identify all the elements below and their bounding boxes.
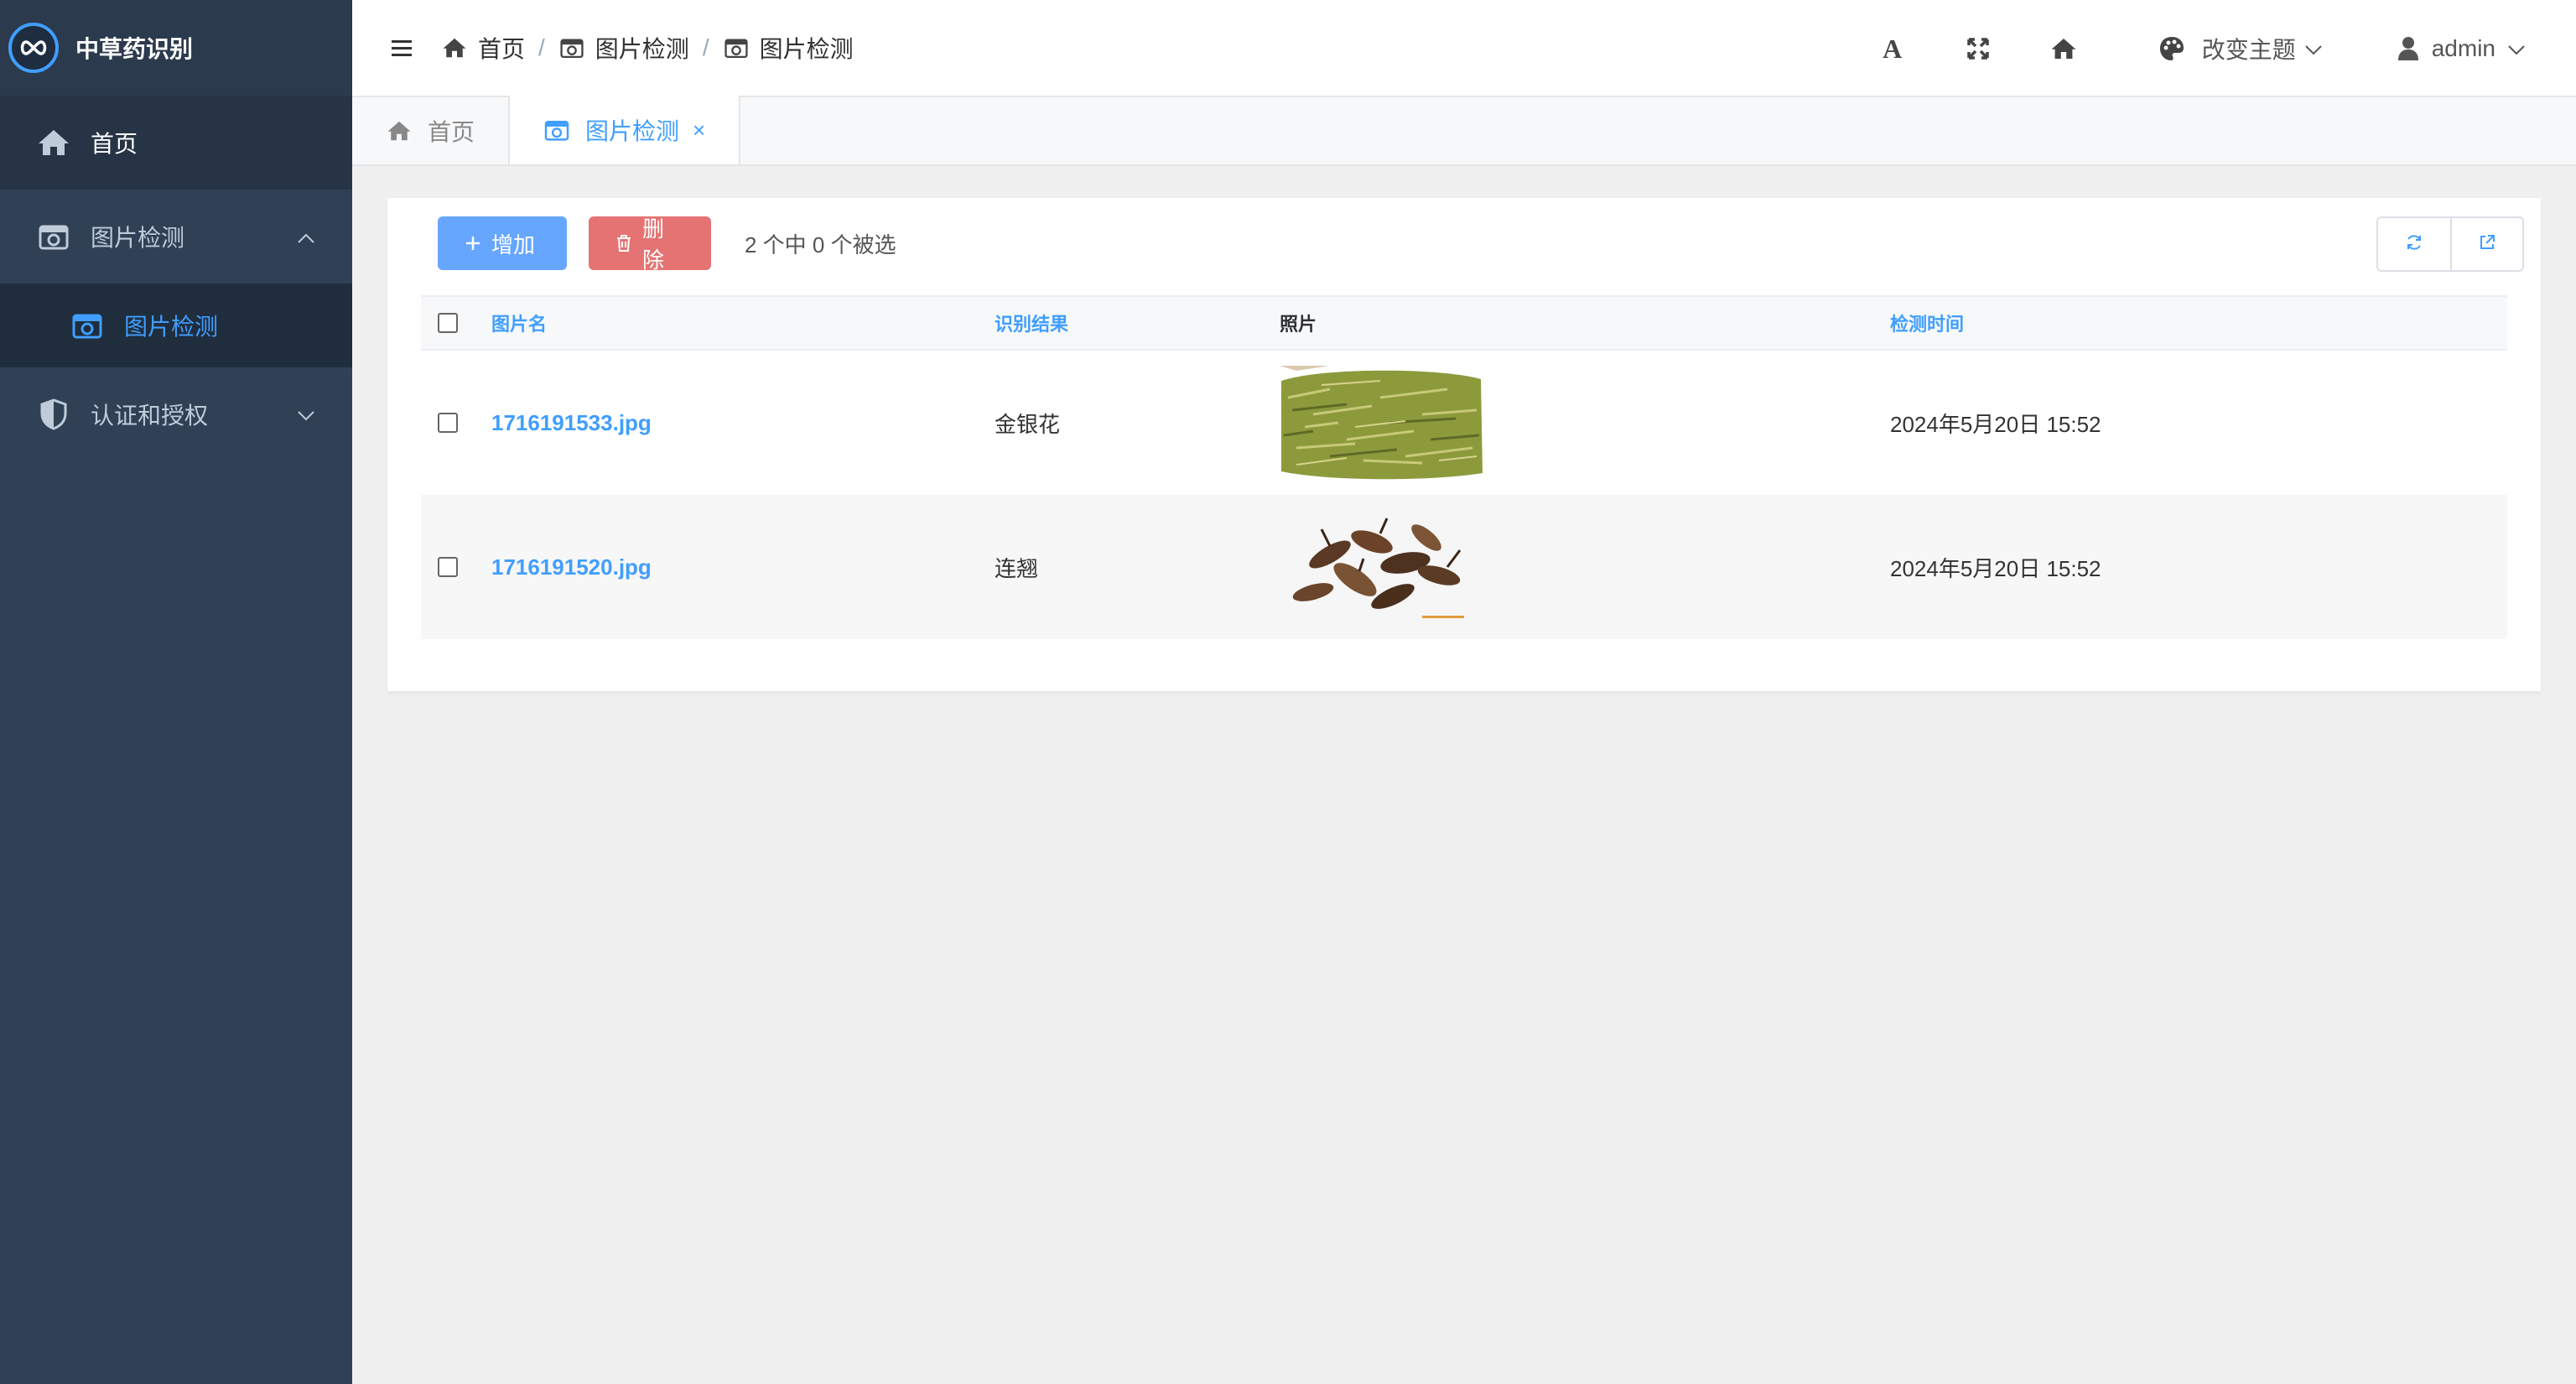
table-header: 图片名 识别结果 照片 检测时间: [421, 295, 2507, 351]
user-icon: [2393, 34, 2423, 64]
logo-icon: [8, 23, 59, 73]
trash-icon: [615, 234, 632, 252]
tag-image-detect[interactable]: 图片检测 ×: [510, 96, 741, 164]
select-all-checkbox[interactable]: [438, 313, 458, 333]
camera-icon: [70, 309, 104, 342]
export-button[interactable]: [2450, 218, 2522, 270]
breadcrumb-separator: /: [538, 34, 545, 60]
photo-cell: [1280, 508, 1890, 626]
navbar: 首页 / 图片检测 / 图片检测 A 改变主题 admin: [352, 0, 2576, 97]
column-header-time[interactable]: 检测时间: [1890, 310, 2507, 336]
camera-icon: [723, 34, 750, 61]
breadcrumb-label: 图片检测: [759, 36, 854, 62]
select-all-cell: [421, 313, 491, 333]
selection-info: 2 个中 0 个被选: [745, 232, 896, 258]
hamburger-icon[interactable]: [387, 34, 416, 62]
column-header-result[interactable]: 识别结果: [995, 310, 1280, 336]
row-check-cell: [421, 557, 491, 577]
forsythia-photo[interactable]: [1280, 508, 1483, 626]
sidebar-item-label: 图片检测: [124, 314, 219, 340]
home-icon[interactable]: [2047, 32, 2080, 65]
font-size-icon[interactable]: A: [1876, 32, 1909, 65]
add-button-label: 增加: [491, 232, 536, 258]
content-card: 增加 删除 2 个中 0 个被选 图片名 识别结果 照片 检测时间 171619…: [387, 198, 2541, 691]
row-checkbox[interactable]: [438, 413, 458, 433]
image-name-link[interactable]: 1716191520.jpg: [491, 554, 995, 580]
tag-home[interactable]: 首页: [352, 97, 511, 164]
theme-label: 改变主题: [2201, 37, 2296, 63]
camera-icon: [558, 34, 585, 61]
row-checkbox[interactable]: [438, 557, 458, 577]
column-header-name[interactable]: 图片名: [491, 310, 995, 336]
time-cell: 2024年5月20日 15:52: [1890, 555, 2101, 581]
chevron-down-icon: [297, 401, 315, 428]
camera-icon: [543, 117, 570, 143]
table-row: 1716191520.jpg 连翘 2024年5月20日 15:52: [421, 495, 2507, 639]
delete-button-label: 删除: [642, 216, 665, 273]
user-label: admin: [2431, 35, 2496, 61]
breadcrumb-label: 图片检测: [595, 36, 689, 62]
row-check-cell: [421, 413, 491, 433]
home-icon: [441, 34, 468, 61]
results-table: 图片名 识别结果 照片 检测时间 1716191533.jpg 金银花 2024…: [421, 295, 2507, 639]
chevron-up-icon: [297, 223, 315, 250]
breadcrumb-item-image-detect[interactable]: 图片检测: [558, 31, 689, 65]
honeysuckle-photo[interactable]: [1280, 364, 1483, 481]
sidebar: 中草药识别 首页 图片检测 图片检测 认证和授权: [0, 0, 352, 1384]
user-dropdown[interactable]: admin: [2393, 34, 2526, 64]
sidebar-header[interactable]: 中草药识别: [0, 0, 352, 96]
sidebar-item-auth[interactable]: 认证和授权: [0, 367, 352, 461]
add-button[interactable]: 增加: [438, 216, 567, 270]
camera-icon: [37, 220, 70, 253]
refresh-icon: [2405, 233, 2423, 256]
photo-cell: [1280, 364, 1890, 481]
fullscreen-icon[interactable]: [1961, 32, 1995, 65]
chevron-down-icon: [2304, 35, 2323, 62]
shield-icon: [37, 398, 70, 431]
tag-label: 首页: [428, 119, 475, 145]
refresh-button[interactable]: [2378, 218, 2450, 270]
home-icon: [37, 126, 70, 159]
sidebar-item-label: 图片检测: [91, 225, 185, 251]
result-cell: 连翘: [995, 555, 1039, 581]
toolbar: 增加 删除 2 个中 0 个被选: [438, 216, 896, 273]
home-icon: [386, 117, 413, 144]
table-tools: [2376, 216, 2524, 272]
delete-button[interactable]: 删除: [589, 216, 711, 273]
export-icon: [2478, 233, 2496, 256]
breadcrumb: 首页 / 图片检测 / 图片检测: [441, 31, 854, 65]
theme-dropdown[interactable]: 改变主题: [2157, 32, 2323, 65]
sidebar-item-home[interactable]: 首页: [0, 96, 352, 190]
sidebar-item-image-detect-group[interactable]: 图片检测: [0, 190, 352, 284]
close-icon[interactable]: ×: [693, 117, 705, 143]
palette-icon: [2157, 34, 2187, 64]
chevron-down-icon: [2507, 35, 2526, 62]
navbar-right: A 改变主题 admin: [1850, 0, 2526, 97]
plus-icon: [465, 235, 481, 252]
breadcrumb-label: 首页: [478, 36, 526, 62]
sidebar-item-label: 首页: [91, 131, 138, 157]
table-row: 1716191533.jpg 金银花 2024年5月20日 15:52: [421, 351, 2507, 495]
time-cell: 2024年5月20日 15:52: [1890, 411, 2101, 437]
breadcrumb-item-home[interactable]: 首页: [441, 31, 525, 65]
app-title: 中草药识别: [75, 36, 194, 62]
tags-view: 首页 图片检测 ×: [352, 96, 2576, 166]
result-cell: 金银花: [995, 411, 1061, 437]
breadcrumb-separator: /: [702, 34, 709, 60]
tag-label: 图片检测: [585, 118, 680, 144]
image-name-link[interactable]: 1716191533.jpg: [491, 410, 995, 436]
breadcrumb-item-current: 图片检测: [723, 31, 854, 65]
sidebar-item-image-detect[interactable]: 图片检测: [0, 284, 352, 367]
column-header-photo: 照片: [1280, 314, 1317, 335]
sidebar-item-label: 认证和授权: [91, 403, 209, 429]
